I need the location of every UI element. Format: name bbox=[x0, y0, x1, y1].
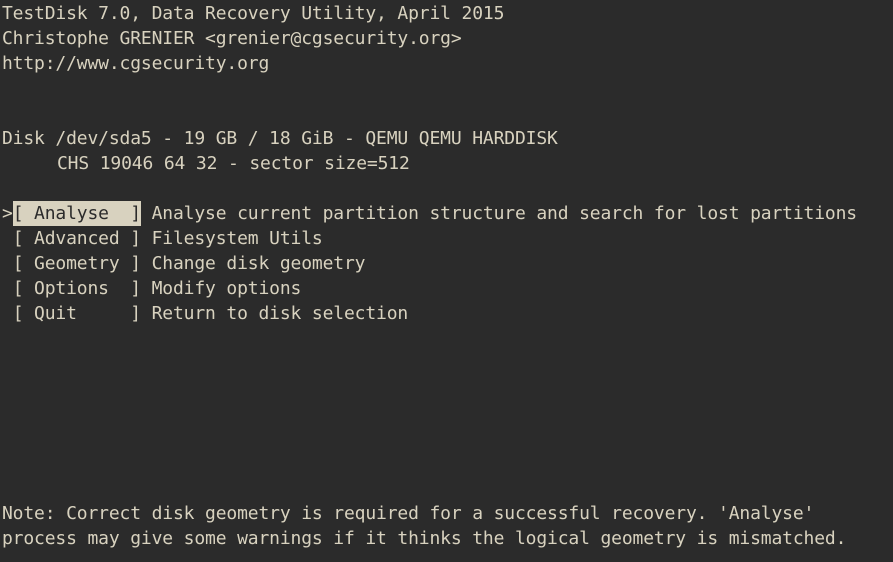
disk-summary-line: Disk /dev/sda5 - 19 GB / 18 GiB - QEMU Q… bbox=[2, 128, 558, 149]
author-line: Christophe GRENIER <grenier@cgsecurity.o… bbox=[2, 28, 462, 49]
menu-item-options[interactable]: [ Options ] Modify options bbox=[2, 276, 302, 301]
website-line: http://www.cgsecurity.org bbox=[2, 53, 270, 74]
options-description: Modify options bbox=[140, 278, 302, 299]
menu-item-analyse[interactable]: >[ Analyse ] Analyse current partition s… bbox=[2, 201, 857, 226]
note-line-2: process may give some warnings if it thi… bbox=[2, 528, 847, 549]
options-button[interactable]: [ Options ] bbox=[13, 276, 141, 301]
geometry-button[interactable]: [ Geometry ] bbox=[13, 251, 141, 276]
app-title-line: TestDisk 7.0, Data Recovery Utility, Apr… bbox=[2, 3, 505, 24]
selection-cursor: > bbox=[2, 203, 13, 224]
terminal-window: TestDisk 7.0, Data Recovery Utility, Apr… bbox=[2, 0, 893, 562]
advanced-description: Filesystem Utils bbox=[140, 228, 323, 249]
geometry-description: Change disk geometry bbox=[140, 253, 366, 274]
menu-item-advanced[interactable]: [ Advanced ] Filesystem Utils bbox=[2, 226, 323, 251]
disk-geometry-line: CHS 19046 64 32 - sector size=512 bbox=[2, 151, 410, 176]
advanced-button[interactable]: [ Advanced ] bbox=[13, 226, 141, 251]
disk-geometry-text: CHS 19046 64 32 - sector size=512 bbox=[57, 153, 410, 174]
quit-button[interactable]: [ Quit ] bbox=[13, 301, 141, 326]
analyse-button[interactable]: [ Analyse ] bbox=[12, 201, 141, 226]
note-line-1: Note: Correct disk geometry is required … bbox=[2, 503, 815, 524]
menu-item-geometry[interactable]: [ Geometry ] Change disk geometry bbox=[2, 251, 366, 276]
analyse-description: Analyse current partition structure and … bbox=[140, 203, 858, 224]
menu-item-quit[interactable]: [ Quit ] Return to disk selection bbox=[2, 301, 409, 326]
quit-description: Return to disk selection bbox=[140, 303, 409, 324]
